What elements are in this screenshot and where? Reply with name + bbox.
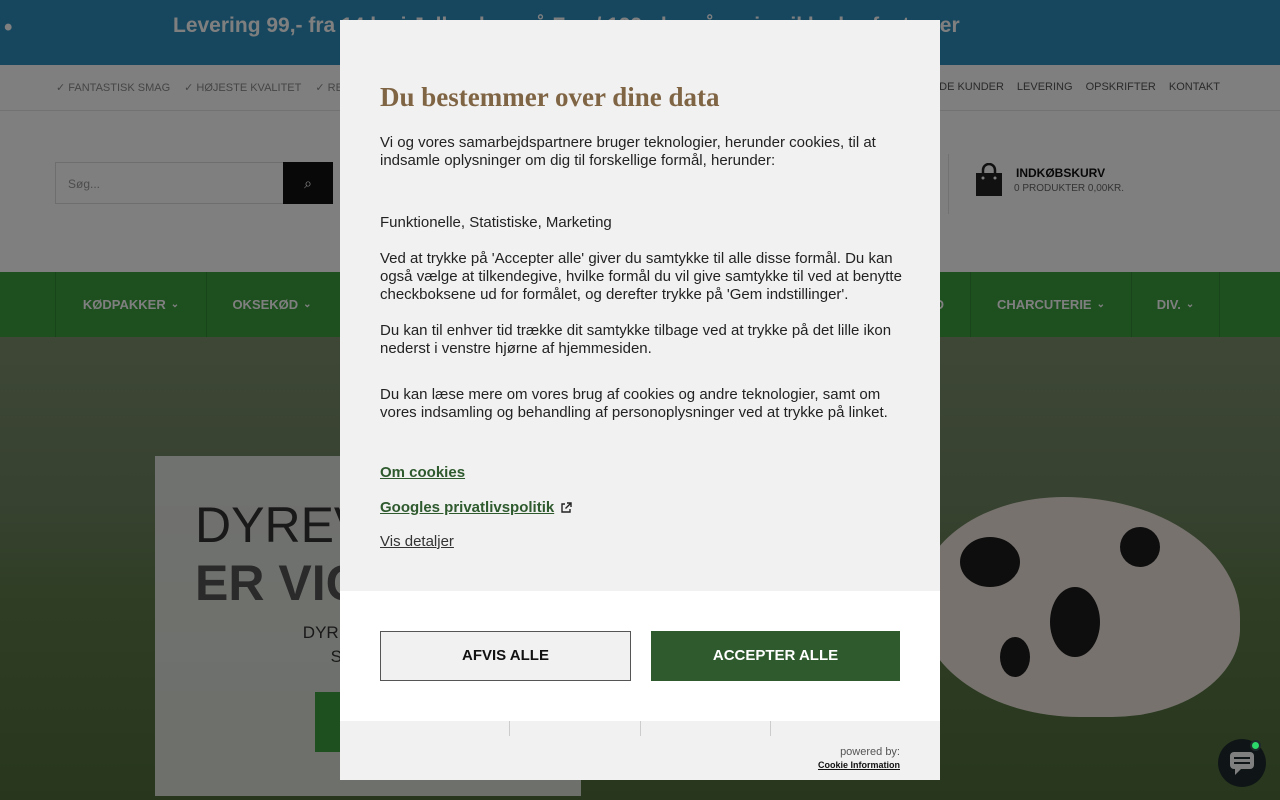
cookie-consent-dialog: Du bestemmer over dine data Vi og vores …: [340, 20, 940, 780]
cookie-information-logo[interactable]: Cookie Information: [818, 760, 900, 770]
google-privacy-label: Googles privatlivspolitik: [380, 499, 555, 516]
accept-all-button[interactable]: ACCEPTER ALLE: [651, 631, 900, 681]
tab-divider: [509, 721, 510, 736]
dialog-actions: AFVIS ALLE ACCEPTER ALLE: [340, 591, 940, 721]
dialog-tab-strip: [340, 721, 940, 737]
consent-explanation: Ved at trykke på 'Accepter alle' giver d…: [380, 250, 902, 303]
google-privacy-link[interactable]: Googles privatlivspolitik: [380, 499, 572, 516]
tab-divider: [770, 721, 771, 736]
powered-by-label: powered by:: [840, 746, 900, 758]
external-link-icon: [561, 501, 572, 513]
dialog-title: Du bestemmer over dine data: [380, 82, 720, 112]
about-cookies-link[interactable]: Om cookies: [380, 464, 465, 481]
consent-intro: Vi og vores samarbejdspartnere bruger te…: [380, 134, 876, 169]
tab-divider: [640, 721, 641, 736]
consent-withdraw: Du kan til enhver tid trække dit samtykk…: [380, 322, 892, 357]
consent-read-more: Du kan læse mere om vores brug af cookie…: [380, 386, 888, 421]
reject-all-button[interactable]: AFVIS ALLE: [380, 631, 631, 681]
show-details-link[interactable]: Vis detaljer: [380, 533, 454, 550]
consent-purposes: Funktionelle, Statistiske, Marketing: [380, 214, 612, 231]
online-status-dot: [1250, 740, 1261, 751]
